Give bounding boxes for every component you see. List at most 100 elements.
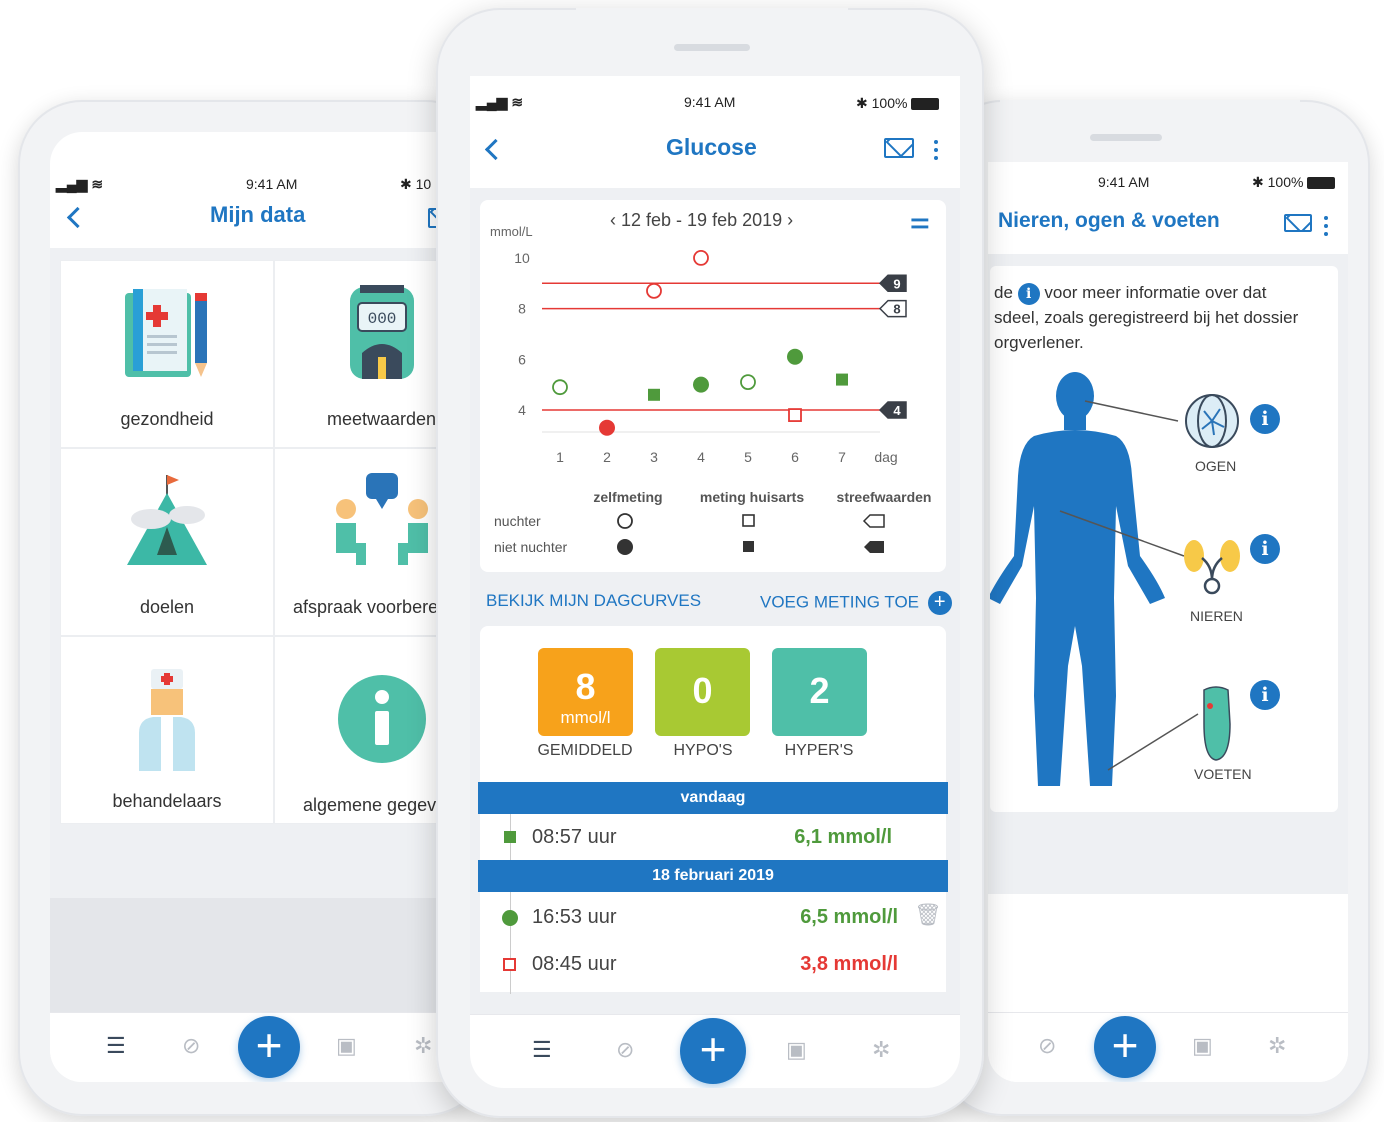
x-tick-label: 5 <box>744 449 752 465</box>
add-button[interactable]: + <box>680 1018 746 1084</box>
reading-marker-dot <box>502 910 518 926</box>
reading-time: 16:53 uur <box>532 906 617 928</box>
tile-label: gezondheid <box>120 409 214 429</box>
clipboard-icon <box>125 289 207 377</box>
x-tick-label: 3 <box>650 449 658 465</box>
feet-info-button[interactable]: i <box>1250 680 1280 710</box>
back-button[interactable] <box>66 206 89 229</box>
page-title: Nieren, ogen & voeten <box>998 209 1220 232</box>
legend-symbol-target-fasting <box>862 514 885 528</box>
day-header-previous: 18 februari 2019 <box>478 860 948 892</box>
right-screen: 9:41 AM ✱ 100% Nieren, ogen & voeten de … <box>988 162 1348 1082</box>
stat-hypers[interactable]: 2 <box>772 648 867 736</box>
point-self-fasting <box>693 250 709 266</box>
list-icon[interactable]: ☰ <box>532 1037 552 1063</box>
tile-label: behandelaars <box>112 791 222 811</box>
gear-icon[interactable]: ✲ <box>1268 1033 1286 1059</box>
feet-label: VOETEN <box>1194 766 1252 782</box>
status-time: 9:41 AM <box>1098 174 1150 190</box>
glucose-chart: mmol/L468101 2 3 4 5 6 7 dag984zelfmeting meting… <box>490 224 932 555</box>
tab-bar: ⊘ + ▣ ✲ <box>988 1012 1348 1082</box>
legend-row-fasting: nuchter <box>494 513 541 529</box>
kidneys-icon <box>1184 540 1240 595</box>
center-phone: ▂▄▆ ≋ 9:41 AM ✱ 100% Glucose ‹ 12 feb - … <box>436 8 984 1118</box>
more-menu-icon[interactable] <box>934 140 939 164</box>
add-button[interactable]: + <box>238 1016 300 1078</box>
compass-icon[interactable]: ⊘ <box>182 1033 200 1059</box>
x-axis-label: dag <box>874 449 897 465</box>
compass-icon[interactable]: ⊘ <box>1038 1033 1056 1059</box>
y-tick-label: 10 <box>514 250 530 266</box>
mail-icon[interactable] <box>1284 214 1312 232</box>
page-title: Glucose <box>666 134 757 160</box>
gear-icon[interactable]: ✲ <box>872 1037 890 1063</box>
left-screen: ▂▄▆ ≋ 9:41 AM ✱ 10 Mijn data gezondheid <box>50 132 490 1082</box>
eye-icon <box>1185 394 1239 448</box>
point-gp-nonfasting <box>648 388 660 401</box>
point-self-fasting <box>552 379 568 396</box>
left-phone: ▂▄▆ ≋ 9:41 AM ✱ 10 Mijn data gezondheid <box>18 100 490 1116</box>
stat-value: 2 <box>809 670 830 711</box>
intro-text-1: de <box>994 283 1013 302</box>
add-measurement-text: VOEG METING TOE <box>760 592 920 612</box>
stat-average[interactable]: 8 mmol/l <box>538 648 633 736</box>
eyes-info-button[interactable]: i <box>1250 404 1280 434</box>
info-icon <box>338 675 426 763</box>
battery-text: 100% <box>871 95 908 111</box>
y-tick-label: 4 <box>518 402 526 418</box>
stat-label: GEMIDDELD <box>537 742 633 759</box>
add-button[interactable]: + <box>1094 1016 1156 1078</box>
status-battery: ✱ 10 <box>400 176 432 192</box>
svg-text:000: 000 <box>368 310 397 328</box>
header <box>470 76 960 188</box>
legend-col-target: streefwaarden <box>837 489 932 505</box>
point-self-nonfasting <box>599 419 615 436</box>
more-menu-icon[interactable] <box>1324 216 1329 240</box>
stat-label: HYPO'S <box>673 742 733 759</box>
list-icon[interactable]: ☰ <box>106 1033 126 1059</box>
chat-icon[interactable]: ▣ <box>1192 1033 1213 1059</box>
x-tick-label: 1 <box>556 449 564 465</box>
status-signal: ▂▄▆ ≋ <box>476 94 524 110</box>
legend-row-nonfasting: niet nuchter <box>494 539 567 555</box>
compass-icon[interactable]: ⊘ <box>616 1037 634 1063</box>
status-battery: ✱ 100% <box>856 95 940 112</box>
legend-col-gp: meting huisarts <box>700 489 804 505</box>
intro-text-2: voor meer informatie over dat <box>1044 283 1267 302</box>
tab-bar: ☰ ⊘ + ▣ ✲ <box>50 1012 490 1082</box>
gear-icon[interactable]: ✲ <box>414 1033 432 1059</box>
stat-hypos[interactable]: 0 <box>655 648 750 736</box>
stat-label: HYPER'S <box>784 742 854 759</box>
left-bottom-bg <box>50 898 490 1013</box>
inline-info-icon: i <box>1017 282 1040 305</box>
x-tick-label: 6 <box>791 449 799 465</box>
legend-symbol-self-fasting <box>617 513 633 529</box>
trash-icon[interactable]: 🗑 <box>914 902 942 928</box>
point-gp-fasting <box>788 408 802 422</box>
tile-doelen[interactable]: doelen <box>60 448 274 636</box>
status-battery: ✱ 100% <box>1252 174 1336 191</box>
chat-icon[interactable]: ▣ <box>336 1033 357 1059</box>
reading-value: 3,8 mmol/l <box>800 953 898 975</box>
target-label: 9 <box>893 276 900 291</box>
reading-time: 08:45 uur <box>532 953 617 975</box>
reading-marker-square <box>504 831 516 843</box>
chat-icon[interactable]: ▣ <box>786 1037 807 1063</box>
center-notch <box>576 8 848 76</box>
mail-icon[interactable] <box>884 138 914 158</box>
legend-col-self: zelfmeting <box>593 489 662 505</box>
add-measurement-link[interactable]: VOEG METING TOE + <box>760 591 952 615</box>
kidneys-info-button[interactable]: i <box>1250 534 1280 564</box>
point-self-nonfasting <box>693 376 709 393</box>
eyes-label: OGEN <box>1195 458 1237 474</box>
tile-gezondheid[interactable]: gezondheid <box>60 260 274 448</box>
reading-value: 6,5 mmol/l <box>800 906 898 928</box>
tile-behandelaars[interactable]: behandelaars <box>60 636 274 824</box>
reading-marker-open-square <box>503 958 516 971</box>
mountain-flag-icon <box>127 475 207 565</box>
intro-text-4: orgverlener. <box>994 333 1084 352</box>
foot-icon <box>1203 686 1231 761</box>
view-day-curves-link[interactable]: BEKIJK MIJN DAGCURVES <box>486 591 701 611</box>
kidneys-label: NIEREN <box>1190 608 1243 624</box>
center-speaker <box>674 44 750 51</box>
